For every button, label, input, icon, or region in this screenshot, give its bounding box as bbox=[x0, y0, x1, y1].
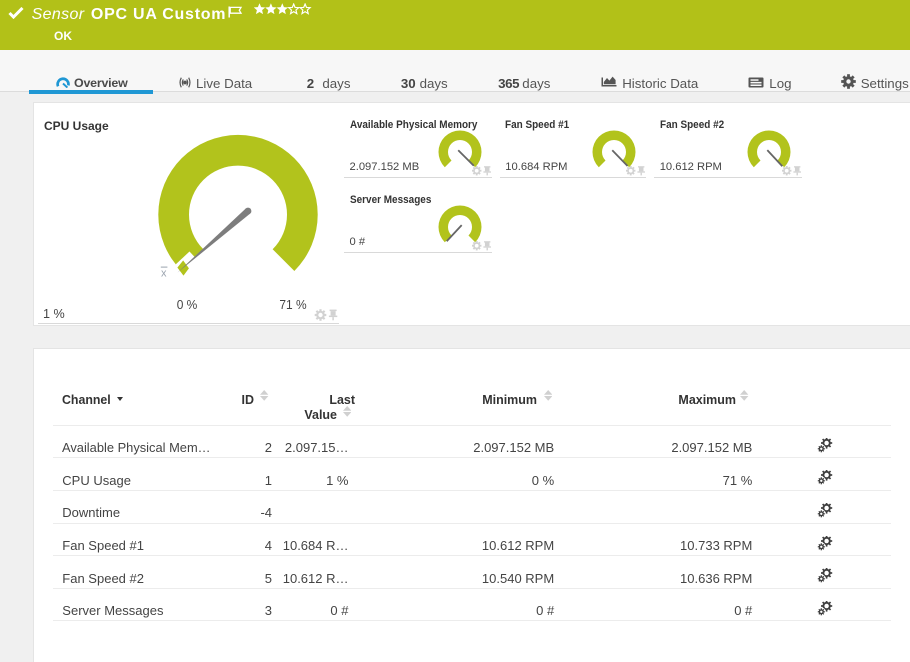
svg-text:x: x bbox=[161, 268, 167, 280]
